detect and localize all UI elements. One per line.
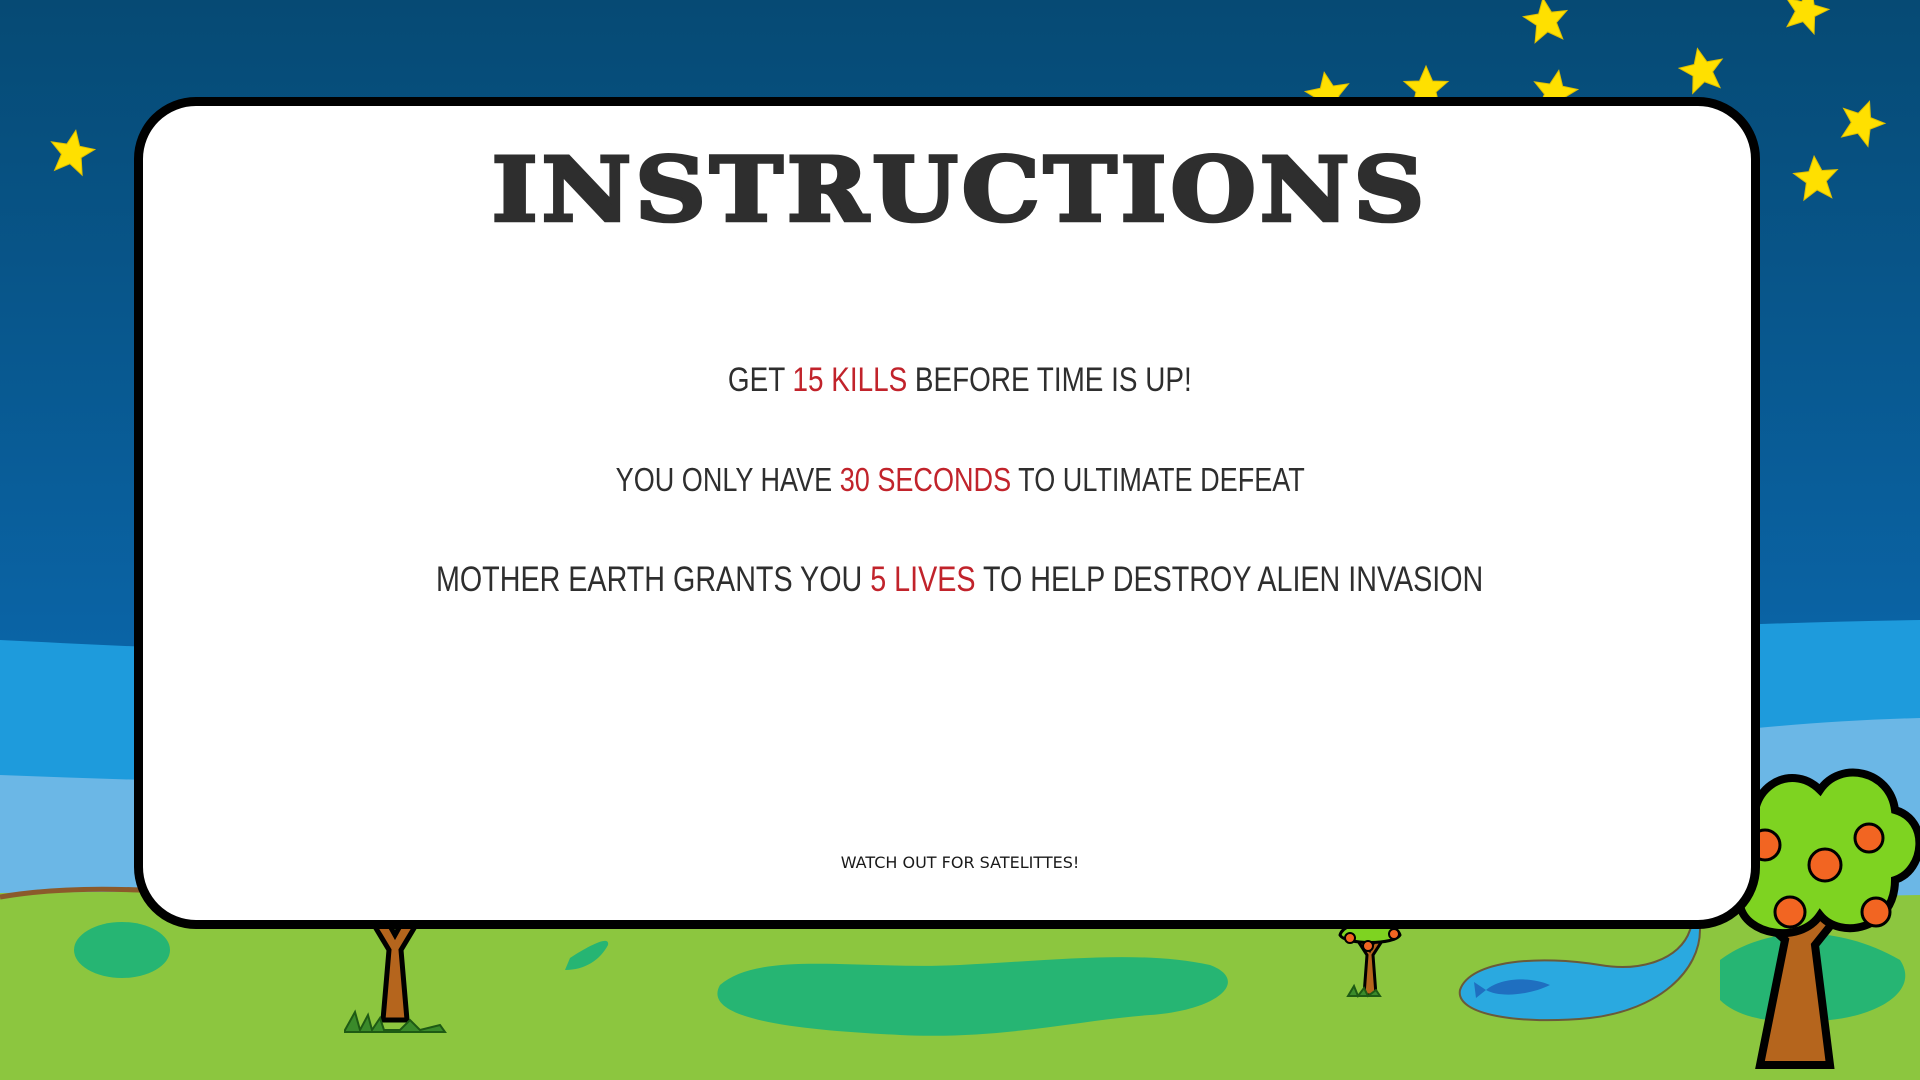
page-title: INSTRUCTIONS bbox=[490, 138, 1429, 243]
instruction-text: TO HELP DESTROY ALIEN INVASION bbox=[975, 560, 1484, 599]
instruction-highlight: 15 KILLS bbox=[792, 361, 908, 399]
instruction-line-time: YOU ONLY HAVE 30 SECONDS TO ULTIMATE DEF… bbox=[0, 463, 1920, 496]
instruction-text: TO ULTIMATE DEFEAT bbox=[1010, 461, 1305, 498]
instruction-text: MOTHER EARTH GRANTS YOU bbox=[436, 560, 871, 599]
footer-tip: WATCH OUT FOR SATELITTES! bbox=[840, 853, 1080, 872]
instruction-line-lives: MOTHER EARTH GRANTS YOU 5 LIVES TO HELP … bbox=[0, 562, 1920, 597]
instruction-text: YOU ONLY HAVE bbox=[615, 461, 840, 498]
instruction-highlight: 30 SECONDS bbox=[839, 461, 1011, 498]
grass-patch bbox=[74, 922, 170, 978]
instruction-highlight: 5 LIVES bbox=[870, 560, 976, 599]
instruction-line-kills: GET 15 KILLS BEFORE TIME IS UP! bbox=[0, 363, 1920, 397]
instruction-text: BEFORE TIME IS UP! bbox=[907, 361, 1192, 399]
instruction-text: GET bbox=[728, 361, 793, 399]
